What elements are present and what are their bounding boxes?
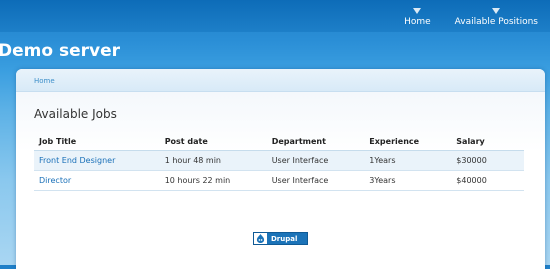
drupal-drop-shape — [256, 234, 265, 243]
header-department[interactable]: Department — [266, 133, 365, 151]
primary-nav: Home Available Positions — [392, 8, 550, 31]
nav-arrow-icon — [492, 8, 501, 14]
drupal-badge-label: Drupal — [271, 234, 298, 243]
header-job-title[interactable]: Job Title — [34, 133, 160, 151]
cell-salary: $40000 — [451, 170, 524, 191]
breadcrumb-bar — [16, 69, 545, 92]
cell-post-date: 10 hours 22 min — [159, 170, 267, 191]
cell-salary: $30000 — [451, 150, 524, 171]
drupal-drop-icon — [254, 233, 267, 244]
site-name[interactable]: Demo server — [0, 40, 120, 62]
cell-experience: 3Years — [364, 170, 452, 191]
cell-job-title: Director — [34, 170, 160, 191]
cell-department: User Interface — [266, 150, 365, 171]
header-experience[interactable]: Experience — [364, 133, 452, 151]
header-salary[interactable]: Salary — [451, 133, 524, 151]
main-panel: Home Available Jobs Job Title Post date … — [16, 69, 545, 269]
table-row: Director 10 hours 22 min User Interface … — [34, 170, 524, 191]
page-title: Available Jobs — [34, 107, 117, 121]
job-title-link[interactable]: Director — [39, 176, 71, 185]
nav-available-positions[interactable]: Available Positions — [454, 8, 538, 31]
nav-home[interactable]: Home — [404, 8, 431, 31]
breadcrumb-home[interactable]: Home — [34, 77, 55, 85]
cell-experience: 1Years — [364, 150, 452, 171]
cell-job-title: Front End Designer — [34, 150, 160, 171]
cell-post-date: 1 hour 48 min — [159, 150, 267, 171]
nav-available-positions-label: Available Positions — [454, 17, 538, 27]
nav-active-arrow-icon — [413, 8, 422, 14]
drupal-badge[interactable]: Drupal — [253, 232, 308, 245]
header-post-date[interactable]: Post date — [159, 133, 267, 151]
job-title-link[interactable]: Front End Designer — [39, 156, 115, 165]
table-row: Front End Designer 1 hour 48 min User In… — [34, 150, 524, 171]
cell-department: User Interface — [266, 170, 365, 191]
table-header-row: Job Title Post date Department Experienc… — [34, 133, 524, 151]
nav-home-label: Home — [404, 17, 431, 27]
jobs-table: Job Title Post date Department Experienc… — [34, 133, 524, 191]
content-area: Available Jobs Job Title Post date Depar… — [16, 92, 545, 269]
